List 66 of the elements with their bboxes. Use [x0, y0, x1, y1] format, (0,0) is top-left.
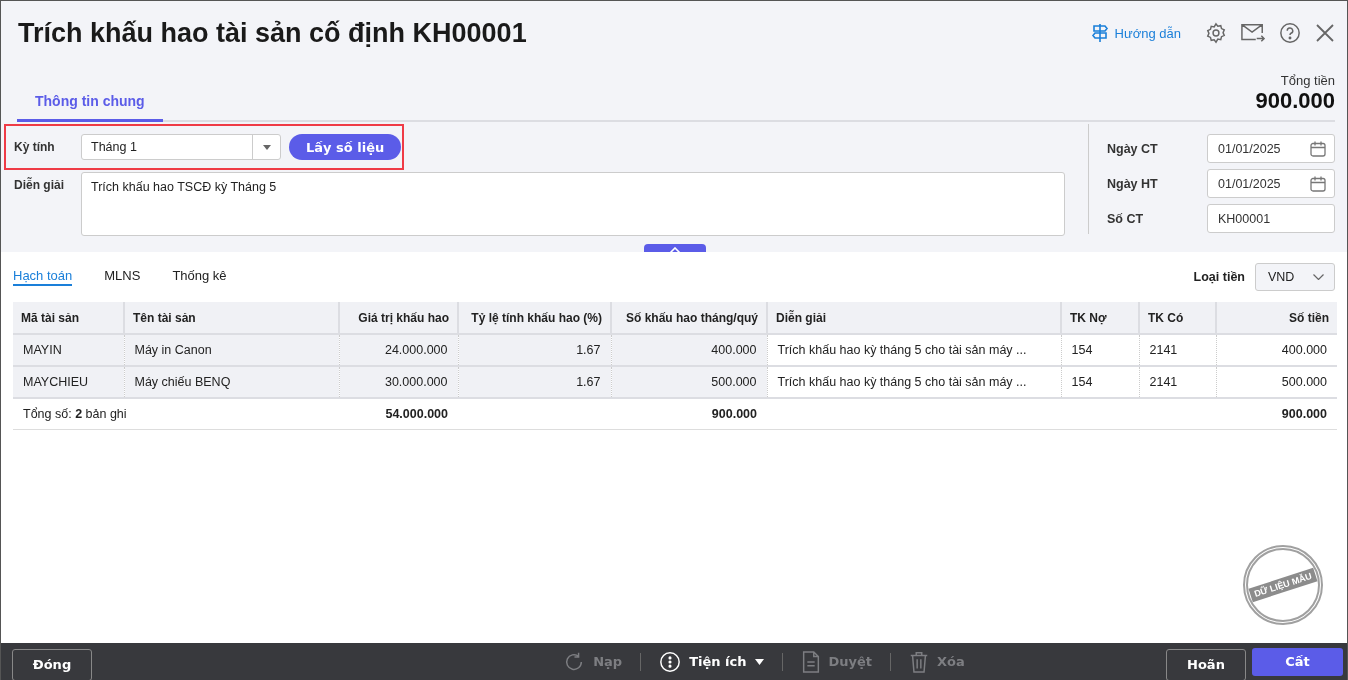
- date-field[interactable]: 01/01/2025: [1207, 134, 1335, 163]
- total-amount: 900.000: [1255, 88, 1335, 114]
- period-dropdown[interactable]: Tháng 1: [81, 134, 281, 160]
- column-header: Số tiền: [1216, 302, 1337, 334]
- table-cell: 24.000.000: [339, 334, 458, 366]
- table-cell: Máy in Canon: [124, 334, 339, 366]
- total-label: Tổng tiền: [1280, 73, 1335, 88]
- table-cell: Máy chiếu BENQ: [124, 366, 339, 398]
- defer-button[interactable]: Hoãn: [1166, 648, 1246, 680]
- column-header: Tên tài sản: [124, 302, 339, 334]
- tab[interactable]: MLNS: [104, 268, 141, 286]
- caret-icon: [754, 658, 764, 665]
- column-header: Giá trị khấu hao: [339, 302, 458, 334]
- column-header: Tỷ lệ tính khấu hao (%): [458, 302, 611, 334]
- document-icon: [800, 650, 821, 673]
- close-button[interactable]: Đóng: [12, 648, 92, 680]
- field-label: Ngày CT: [1107, 141, 1158, 156]
- field-label: Ngày HT: [1107, 176, 1158, 191]
- table-cell: 500.000: [611, 366, 767, 398]
- table-cell: Trích khấu hao kỳ tháng 5 cho tài sản máy ...: [767, 334, 1061, 366]
- record-count: Tổng số: 2 bản ghi: [23, 407, 127, 421]
- tab[interactable]: Hạch toán: [13, 268, 73, 286]
- close-icon[interactable]: [1315, 23, 1335, 43]
- column-header: TK Nợ: [1061, 302, 1139, 334]
- column-total: 54.000.000: [385, 407, 448, 421]
- table-cell: 400.000: [1216, 334, 1337, 366]
- table-cell: MAYCHIEU: [13, 366, 124, 398]
- mail-send-icon[interactable]: [1241, 22, 1265, 44]
- more-options-icon: [659, 650, 682, 673]
- help-link[interactable]: Hướng dẫn: [1090, 23, 1181, 43]
- dropdown-caret-icon: [262, 144, 271, 150]
- input-field[interactable]: KH00001: [1207, 204, 1335, 233]
- calendar-icon: [1310, 140, 1326, 157]
- tab[interactable]: Thống kê: [172, 268, 227, 286]
- currency-label: Loại tiền: [1193, 270, 1245, 284]
- save-button[interactable]: Cất: [1252, 647, 1343, 676]
- signpost-icon: [1090, 23, 1109, 43]
- column-header: Diễn giải: [767, 302, 1061, 334]
- table-cell: 1.67: [458, 366, 611, 398]
- table-cell: 30.000.000: [339, 366, 458, 398]
- table-cell: 2141: [1139, 334, 1216, 366]
- fetch-data-button[interactable]: Lấy số liệu: [289, 134, 402, 160]
- table-cell: 400.000: [611, 334, 767, 366]
- window-title: Trích khấu hao tài sản cố định KH00001: [17, 17, 527, 49]
- description-field[interactable]: Trích khấu hao TSCĐ kỳ Tháng 5: [81, 172, 1065, 236]
- chevron-down-icon: [1313, 274, 1324, 280]
- settings-icon[interactable]: [1205, 22, 1227, 44]
- trash-icon: [909, 650, 930, 673]
- table-cell: MAYIN: [13, 334, 124, 366]
- help-icon[interactable]: [1279, 22, 1301, 44]
- currency-dropdown[interactable]: VND: [1255, 263, 1335, 291]
- column-total: 900.000: [1281, 407, 1327, 421]
- column-header: Số khấu hao tháng/quý: [611, 302, 767, 334]
- table-cell: 154: [1061, 334, 1139, 366]
- utility-button[interactable]: Tiện ích: [659, 650, 764, 673]
- column-total: 900.000: [711, 407, 757, 421]
- sample-data-stamp: DỮ LIỆU MẪU: [1243, 545, 1323, 625]
- field-label: Kỳ tính: [14, 140, 56, 154]
- field-label: Diễn giải: [14, 176, 65, 194]
- tab[interactable]: Thông tin chung: [17, 93, 163, 122]
- calendar-icon: [1310, 175, 1326, 192]
- field-label: Số CT: [1107, 211, 1144, 226]
- table-cell: 1.67: [458, 334, 611, 366]
- column-header: Mã tài sản: [13, 302, 124, 334]
- column-header: TK Có: [1139, 302, 1216, 334]
- date-field[interactable]: 01/01/2025: [1207, 169, 1335, 198]
